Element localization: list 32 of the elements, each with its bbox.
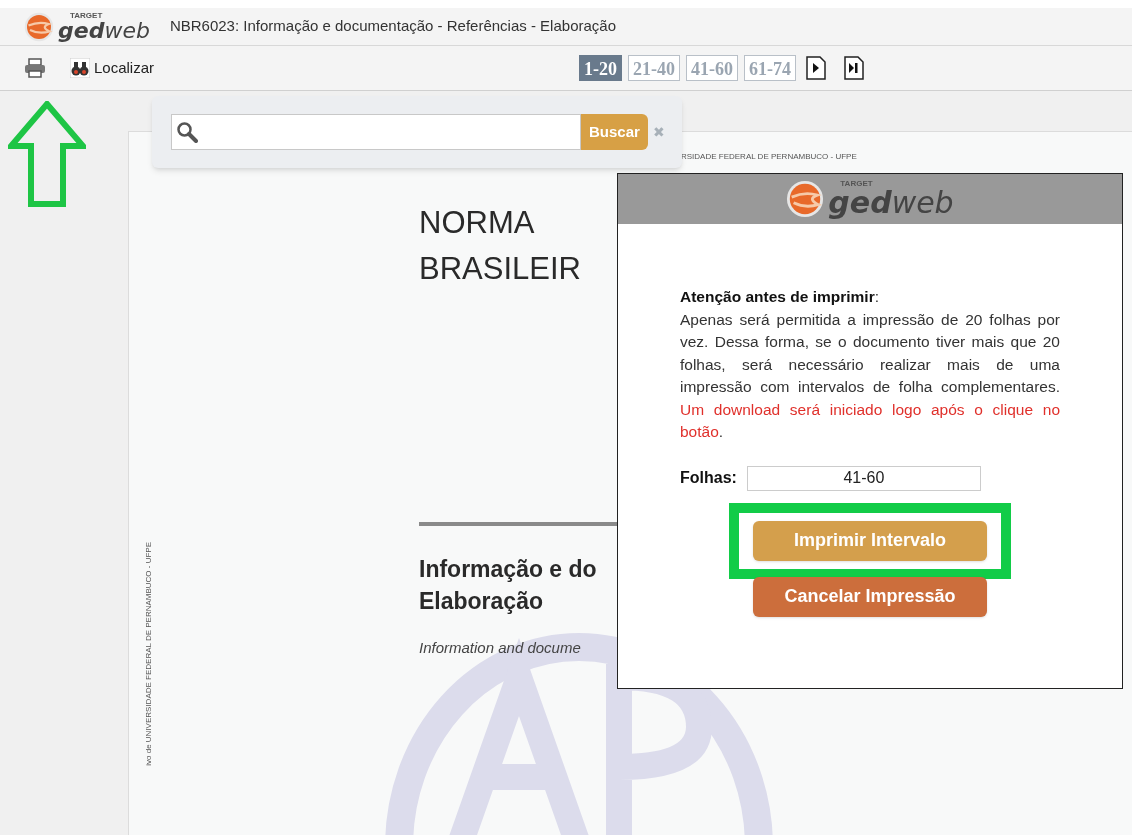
last-page-icon[interactable] xyxy=(844,56,865,80)
page-range-tab[interactable]: 41-60 xyxy=(686,55,739,81)
binoculars-icon xyxy=(70,58,90,78)
logo-tagline: TARGET xyxy=(69,11,104,20)
logo-icon xyxy=(24,11,54,42)
page-range-tab[interactable]: 21-40 xyxy=(628,55,681,81)
page-range-tab[interactable]: 1-20 xyxy=(579,55,623,81)
print-warning-text: Atenção antes de imprimir: Apenas será permitida a impressão de 20 folhas por vez. Dessa forma, se o documento tiver mais que 20 folhas, será necessário realizar mais de uma impressão com intervalos de folha complementares. Um download será iniciado logo após o clique no botão. xyxy=(680,287,1060,442)
running-head: RSIDADE FEDERAL DE PERNAMBUCO - UFPE xyxy=(681,151,857,163)
logo-tagline: TARGET xyxy=(839,180,874,188)
next-page-icon[interactable] xyxy=(806,56,827,80)
side-note: ivo de UNIVERSIDADE FEDERAL DE PERNAMBUCO - UFPE xyxy=(143,542,154,766)
find-button[interactable]: Localizar xyxy=(70,56,155,80)
logo-wordmark: gedweb xyxy=(58,19,150,42)
subject-title-line: Elaboração xyxy=(419,587,544,616)
search-field[interactable] xyxy=(171,114,581,150)
english-subtitle: Information and docume xyxy=(419,638,581,658)
logo-icon xyxy=(786,180,825,218)
document-title: NBR6023: Informação e documentação - Referências - Elaboração xyxy=(169,16,616,37)
close-button[interactable]: ✖ xyxy=(652,121,665,143)
standard-title-line: NORMA xyxy=(419,204,536,242)
page-range-tab[interactable]: 61-74 xyxy=(744,55,797,81)
search-button[interactable]: Buscar xyxy=(581,114,648,150)
cancel-print-button[interactable]: Cancelar Impressão xyxy=(753,576,987,617)
printer-icon[interactable] xyxy=(24,58,46,78)
subject-title-line: Informação e do xyxy=(419,555,597,584)
search-icon xyxy=(176,121,198,143)
logo-wordmark: gedweb xyxy=(828,188,954,218)
sheets-label: Folhas: xyxy=(680,468,737,488)
sheets-field[interactable]: 41-60 xyxy=(746,465,981,491)
print-range-button[interactable]: Imprimir Intervalo xyxy=(753,520,987,561)
standard-title-line: BRASILEIR xyxy=(419,250,581,288)
